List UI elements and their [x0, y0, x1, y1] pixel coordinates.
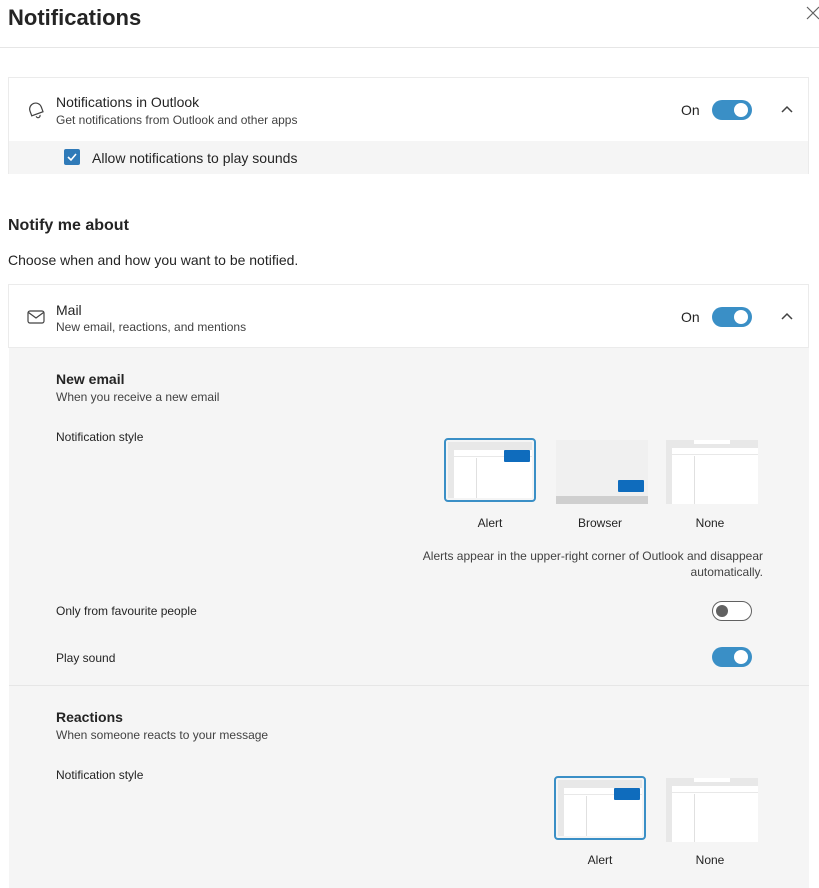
style-caption-alert: Alert	[477, 516, 503, 530]
reactions-option-none[interactable]	[666, 778, 758, 842]
reactions-option-alert[interactable]	[554, 776, 646, 840]
new-email-title: New email	[56, 371, 125, 387]
allow-sounds-label: Allow notifications to play sounds	[92, 150, 298, 166]
allow-sounds-checkbox[interactable]	[64, 149, 80, 165]
notify-section-title: Notify me about	[8, 217, 129, 234]
checkmark-icon	[67, 153, 77, 162]
style-option-browser[interactable]	[556, 440, 648, 504]
close-icon[interactable]	[806, 6, 819, 20]
favourite-people-toggle[interactable]	[712, 601, 752, 621]
new-email-subtitle: When you receive a new email	[56, 390, 220, 404]
play-sound-toggle[interactable]	[712, 647, 752, 667]
section-divider	[9, 685, 809, 686]
new-email-style-label: Notification style	[56, 430, 144, 444]
alert-preview	[558, 780, 642, 836]
style-option-none[interactable]	[666, 440, 758, 504]
outlook-notifications-card: Notifications in Outlook Get notificatio…	[8, 77, 809, 174]
reactions-subtitle: When someone reacts to your message	[56, 728, 269, 742]
alert-helper-text: Alerts appear in the upper-right corner …	[422, 549, 763, 579]
mail-status: On	[681, 309, 700, 325]
mail-subtitle: New email, reactions, and mentions	[56, 320, 247, 334]
reactions-caption-none: None	[695, 853, 725, 867]
chevron-up-icon[interactable]	[779, 102, 795, 118]
style-option-alert[interactable]	[444, 438, 536, 502]
mail-icon	[27, 310, 45, 324]
notify-section-description: Choose when and how you want to be notif…	[8, 252, 299, 268]
mail-card: Mail New email, reactions, and mentions …	[8, 284, 809, 348]
outlook-notifications-toggle[interactable]	[712, 100, 752, 120]
reactions-caption-alert: Alert	[587, 853, 613, 867]
style-caption-none: None	[695, 516, 725, 530]
mail-toggle[interactable]	[712, 307, 752, 327]
outlook-notifications-status: On	[681, 102, 700, 118]
none-preview	[666, 778, 758, 842]
favourite-people-label: Only from favourite people	[56, 604, 197, 618]
mail-title: Mail	[56, 302, 82, 318]
header-divider	[0, 47, 819, 48]
page-title: Notifications	[8, 5, 142, 30]
outlook-notifications-title: Notifications in Outlook	[56, 94, 200, 110]
none-preview	[666, 440, 758, 504]
bell-ringing-icon	[29, 102, 44, 119]
chevron-up-icon[interactable]	[779, 309, 795, 325]
reactions-style-label: Notification style	[56, 768, 144, 782]
reactions-title: Reactions	[56, 709, 123, 725]
play-sound-label: Play sound	[56, 651, 116, 665]
outlook-notifications-subtitle: Get notifications from Outlook and other…	[56, 113, 298, 127]
browser-preview	[556, 440, 648, 504]
style-caption-browser: Browser	[577, 516, 622, 530]
alert-preview	[448, 442, 532, 498]
allow-sounds-row: Allow notifications to play sounds	[9, 141, 808, 174]
